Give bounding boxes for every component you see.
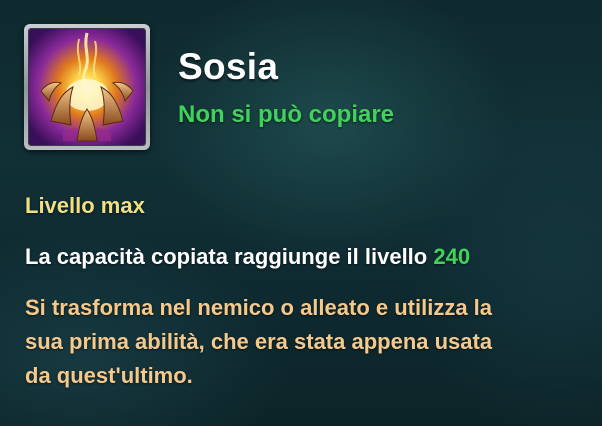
skill-tooltip-panel: Sosia Non si può copiare Livello max La … <box>0 0 602 426</box>
skill-name: Sosia <box>178 46 279 87</box>
copy-status: Non si può copiare <box>178 101 395 128</box>
max-level-heading: Livello max <box>25 193 145 218</box>
max-level-line: La capacità copiata raggiunge il livello… <box>25 244 470 270</box>
golden-claw-burst-icon <box>28 28 146 146</box>
skill-description: Si trasforma nel nemico o alleato e util… <box>25 291 590 393</box>
description-line: sua prima abilità, che era stata appena … <box>25 329 493 354</box>
description-line: da quest'ultimo. <box>25 363 193 388</box>
max-level-value: 240 <box>433 244 471 269</box>
skill-icon-frame <box>24 24 150 150</box>
max-level-text: La capacità copiata raggiunge il livello <box>25 244 428 269</box>
description-line: Si trasforma nel nemico o alleato e util… <box>25 295 493 320</box>
